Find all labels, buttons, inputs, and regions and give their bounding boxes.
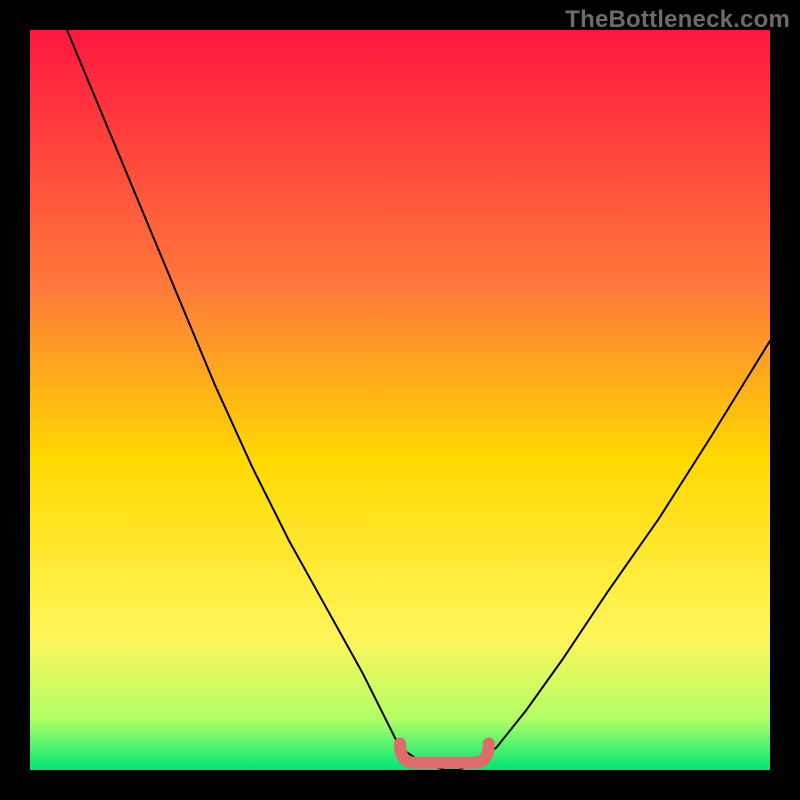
bottleneck-chart xyxy=(30,30,770,770)
chart-frame: TheBottleneck.com xyxy=(0,0,800,800)
watermark-text: TheBottleneck.com xyxy=(565,6,790,34)
plot-background xyxy=(30,30,770,770)
